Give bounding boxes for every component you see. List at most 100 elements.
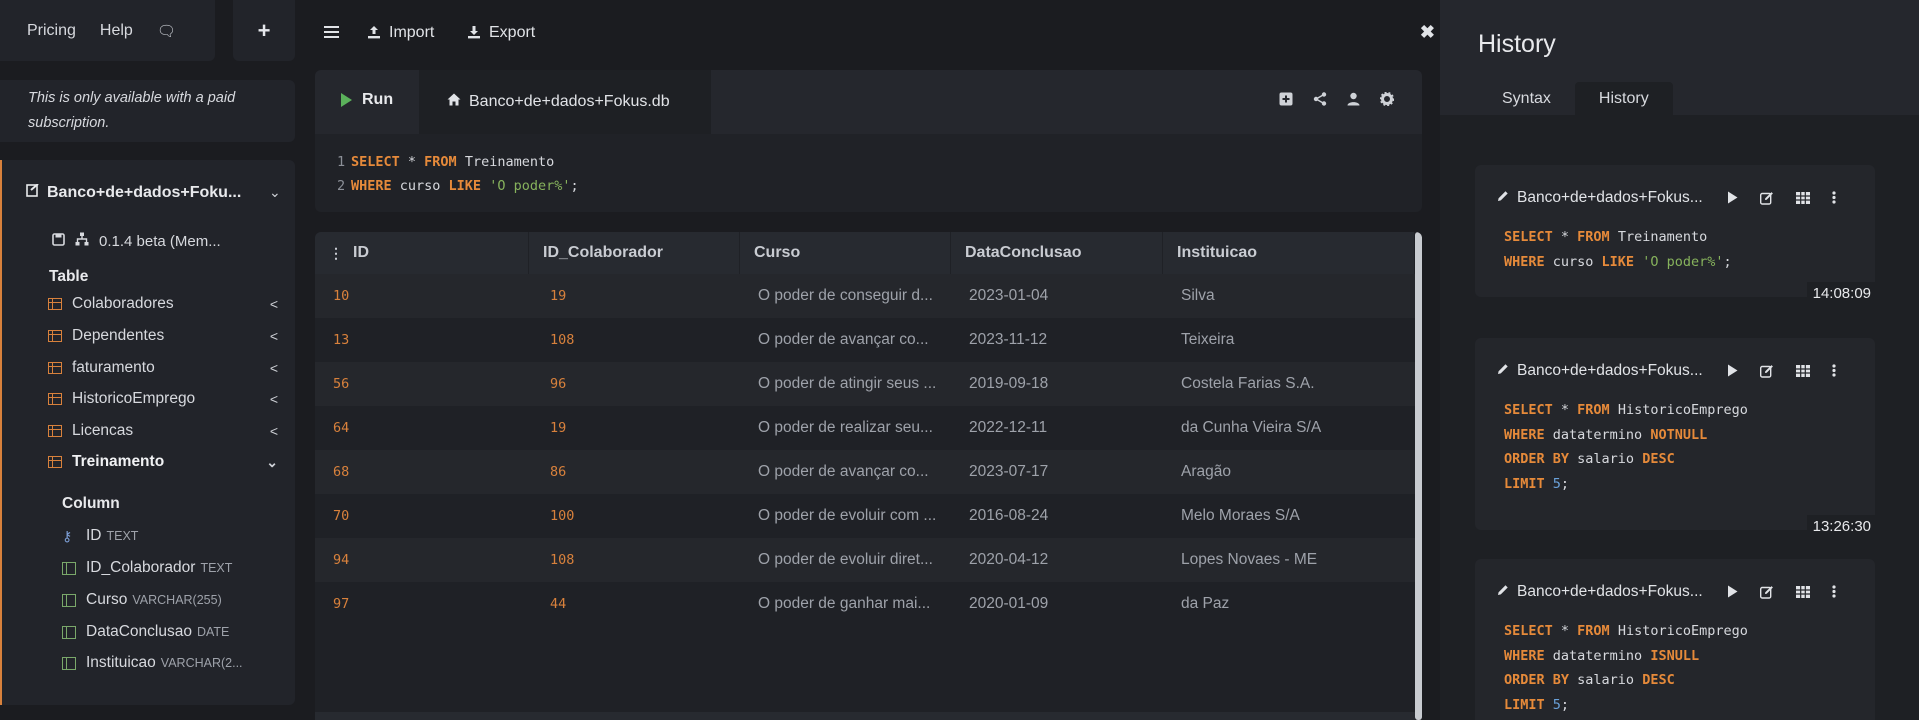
save-icon[interactable] — [52, 232, 65, 250]
export-label: Export — [489, 24, 536, 41]
column-header-curso[interactable]: Curso — [740, 232, 951, 274]
table-cell: 64 — [333, 420, 350, 436]
history-card-header: Banco+de+dados+Fokus... — [1497, 362, 1703, 380]
play-icon[interactable] — [1727, 585, 1738, 602]
table-cell: O poder de avançar co... — [758, 331, 929, 348]
column-header-label: ID — [353, 244, 369, 261]
close-icon[interactable]: ✖ — [1420, 22, 1435, 43]
column-item-curso[interactable]: Curso VARCHAR(255) — [62, 588, 222, 612]
pencil-icon[interactable] — [1497, 189, 1509, 207]
share-icon[interactable] — [1313, 92, 1327, 110]
pencil-icon[interactable] — [1497, 583, 1509, 601]
column-item-instituicao[interactable]: Instituicao VARCHAR(2... — [62, 651, 243, 675]
table-cell: 2022-12-11 — [969, 419, 1048, 436]
chevron-left-icon[interactable]: < — [270, 360, 278, 376]
gear-icon[interactable] — [1379, 91, 1395, 110]
table-row[interactable]: 94 108 O poder de evoluir diret... 2020-04-… — [315, 538, 1415, 582]
chevron-left-icon[interactable]: < — [270, 423, 278, 439]
play-icon[interactable] — [1727, 191, 1738, 208]
sql-text: curso — [391, 178, 449, 194]
column-item-id-colaborador[interactable]: ID_Colaborador TEXT — [62, 556, 232, 580]
table-row[interactable]: 13 108 O poder de avançar co... 2023-11-12 T… — [315, 318, 1415, 362]
history-card-sql[interactable]: SELECT * FROM HistoricoEmprego WHERE data… — [1504, 619, 1748, 717]
table-item-colaboradores[interactable]: Colaboradores < — [48, 292, 288, 316]
database-version: 0.1.4 beta (Mem... — [99, 232, 221, 250]
sql-keyword: WHERE — [1504, 253, 1545, 270]
table-row[interactable]: 64 19 O poder de realizar seu... 2022-12-11… — [315, 406, 1415, 450]
edit-icon[interactable] — [1759, 191, 1774, 208]
database-icon — [26, 183, 39, 202]
file-tab[interactable]: Banco+de+dados+Fokus.db — [419, 70, 711, 134]
table-view-icon[interactable] — [1796, 364, 1810, 381]
more-options-icon[interactable] — [1832, 364, 1836, 381]
more-options-icon[interactable] — [1832, 585, 1836, 602]
table-row[interactable]: 68 86 O poder de avançar co... 2023-07-17 Ar… — [315, 450, 1415, 494]
pencil-icon[interactable] — [1497, 362, 1509, 380]
column-header-dataconclusao[interactable]: DataConclusao — [951, 232, 1163, 274]
vertical-scrollbar[interactable] — [1415, 232, 1422, 720]
table-empty-area — [315, 626, 1415, 712]
play-icon[interactable] — [1727, 364, 1738, 381]
history-card-sql[interactable]: SELECT * FROM HistoricoEmprego WHERE data… — [1504, 398, 1748, 496]
sql-text: ; — [1723, 253, 1732, 270]
table-cell: 19 — [550, 288, 567, 304]
history-card[interactable]: Banco+de+dados+Fokus... SELECT * FROM His… — [1475, 338, 1877, 538]
table-row[interactable]: 56 96 O poder de atingir seus ... 2019-09-1… — [315, 362, 1415, 406]
chevron-down-icon[interactable]: ⌄ — [269, 184, 281, 201]
new-tab-icon[interactable] — [1279, 92, 1293, 110]
table-cell: 56 — [333, 376, 350, 392]
sql-text: ; — [1560, 475, 1570, 492]
history-card[interactable]: Banco+de+dados+Fokus... SELECT * FROM His… — [1475, 559, 1875, 720]
chat-icon[interactable]: 🗨 — [157, 22, 176, 40]
history-card[interactable]: Banco+de+dados+Fokus... SELECT * FROM Tre… — [1475, 165, 1877, 305]
table-row[interactable]: 10 19 O poder de conseguir d... 2023-01-04 S… — [315, 274, 1415, 318]
table-item-treinamento[interactable]: Treinamento ⌄ — [48, 450, 288, 474]
table-row[interactable]: 70 100 O poder de evoluir com ... 2016-08-2… — [315, 494, 1415, 538]
chevron-left-icon[interactable]: < — [270, 391, 278, 407]
sitemap-icon[interactable] — [75, 232, 89, 250]
query-editor: Run Banco+de+dados+Fokus.db 1 SELECT * F… — [315, 70, 1422, 212]
column-header-label: ID_Colaborador — [543, 244, 664, 261]
column-header-id[interactable]: ⋮ ID — [315, 232, 529, 274]
table-cell: 2019-09-18 — [969, 375, 1049, 392]
table-item-historicoemprego[interactable]: HistoricoEmprego < — [48, 387, 288, 411]
table-item-faturamento[interactable]: faturamento < — [48, 356, 288, 380]
export-button[interactable]: Export — [467, 24, 535, 42]
sql-code[interactable]: 1 SELECT * FROM Treinamento 2 WHERE curso … — [337, 150, 579, 198]
tab-syntax[interactable]: Syntax — [1478, 82, 1575, 115]
user-icon[interactable] — [1347, 92, 1360, 110]
sql-keyword: ISNULL — [1650, 647, 1700, 664]
column-header-id-colaborador[interactable]: ID_Colaborador — [529, 232, 740, 274]
history-card-sql[interactable]: SELECT * FROM Treinamento WHERE curso LIK… — [1504, 225, 1732, 274]
table-item-label: Licencas — [72, 422, 134, 439]
table-item-dependentes[interactable]: Dependentes < — [48, 324, 288, 348]
table-row[interactable]: 97 44 O poder de ganhar mai... 2020-01-09 da… — [315, 582, 1415, 626]
code-line: ORDER BY salario DESC — [1504, 447, 1748, 472]
tab-history[interactable]: History — [1574, 82, 1673, 115]
column-name: DataConclusao — [86, 623, 192, 640]
edit-icon[interactable] — [1759, 585, 1774, 602]
more-options-icon[interactable] — [1832, 191, 1836, 208]
table-view-icon[interactable] — [1796, 585, 1810, 602]
database-header[interactable]: Banco+de+dados+Foku... ⌄ — [26, 183, 281, 202]
column-menu-icon[interactable]: ⋮ — [329, 245, 343, 262]
column-item-id[interactable]: ⚷ ID TEXT — [62, 524, 138, 548]
column-header-instituicao[interactable]: Instituicao — [1163, 232, 1415, 274]
chevron-down-icon[interactable]: ⌄ — [266, 454, 278, 471]
history-card-actions — [1727, 585, 1836, 602]
column-item-dataconclusao[interactable]: DataConclusao DATE — [62, 620, 229, 644]
menu-icon[interactable] — [324, 26, 339, 38]
table-cell: 2023-07-17 — [969, 463, 1049, 480]
pricing-link[interactable]: Pricing — [27, 22, 76, 40]
table-item-licencas[interactable]: Licencas < — [48, 419, 288, 443]
edit-icon[interactable] — [1759, 364, 1774, 381]
chevron-left-icon[interactable]: < — [270, 296, 278, 312]
import-button[interactable]: Import — [367, 24, 434, 42]
run-button[interactable]: Run — [341, 91, 393, 109]
sql-keyword: WHERE — [1504, 647, 1545, 664]
chevron-left-icon[interactable]: < — [270, 328, 278, 344]
table-view-icon[interactable] — [1796, 191, 1810, 208]
code-line: SELECT * FROM HistoricoEmprego — [1504, 619, 1748, 644]
add-button[interactable]: + — [233, 0, 295, 61]
help-link[interactable]: Help — [100, 22, 133, 40]
